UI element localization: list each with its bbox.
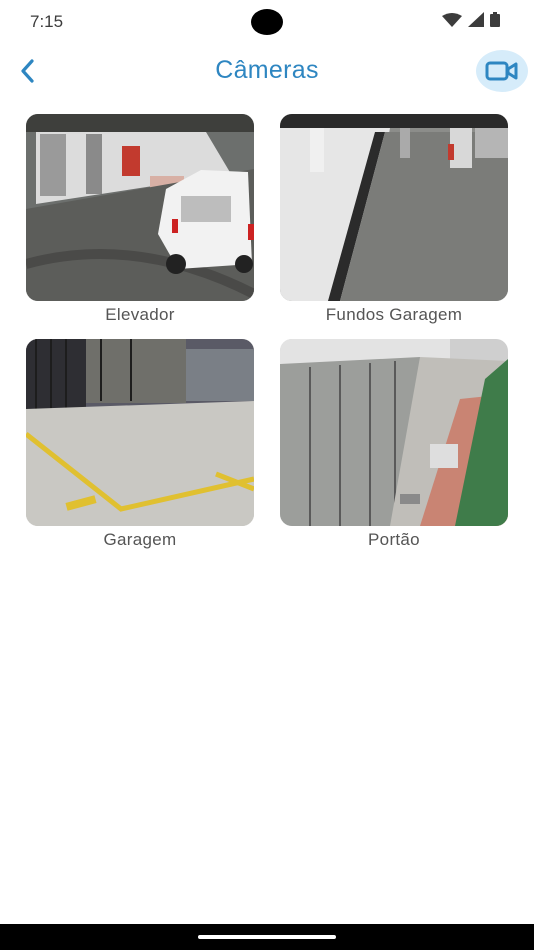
system-navigation-bar <box>0 924 534 950</box>
camera-card-portao[interactable]: Portão <box>280 339 508 552</box>
camera-thumbnail-portao[interactable] <box>280 339 508 526</box>
page-title: Câmeras <box>215 56 319 84</box>
camera-card-elevador[interactable]: Elevador <box>26 114 254 327</box>
status-bar: 7:15 <box>0 0 534 44</box>
camera-thumbnail-elevador[interactable] <box>26 114 254 301</box>
front-camera-cutout <box>251 9 283 35</box>
camera-label: Portão <box>368 530 420 549</box>
app-header: Câmeras <box>0 48 534 96</box>
camera-thumbnail-fundos-garagem[interactable] <box>280 114 508 301</box>
video-call-button[interactable] <box>476 50 528 92</box>
camera-label: Fundos Garagem <box>325 305 463 324</box>
camera-card-garagem[interactable]: Garagem <box>26 339 254 552</box>
camera-thumbnail-garagem[interactable] <box>26 339 254 526</box>
battery-icon <box>490 12 500 27</box>
status-time: 7:15 <box>30 12 64 31</box>
video-camera-icon <box>485 61 518 81</box>
camera-label: Elevador <box>105 305 175 324</box>
camera-card-fundos-garagem[interactable]: Fundos Garagem <box>280 114 508 327</box>
camera-label: Garagem <box>103 530 177 549</box>
home-indicator[interactable] <box>198 935 336 939</box>
camera-grid: Elevador Fundos Garagem Garagem Portão <box>26 114 508 552</box>
cellular-signal-icon <box>468 12 484 27</box>
wifi-icon <box>442 12 462 27</box>
status-icons <box>442 12 500 27</box>
